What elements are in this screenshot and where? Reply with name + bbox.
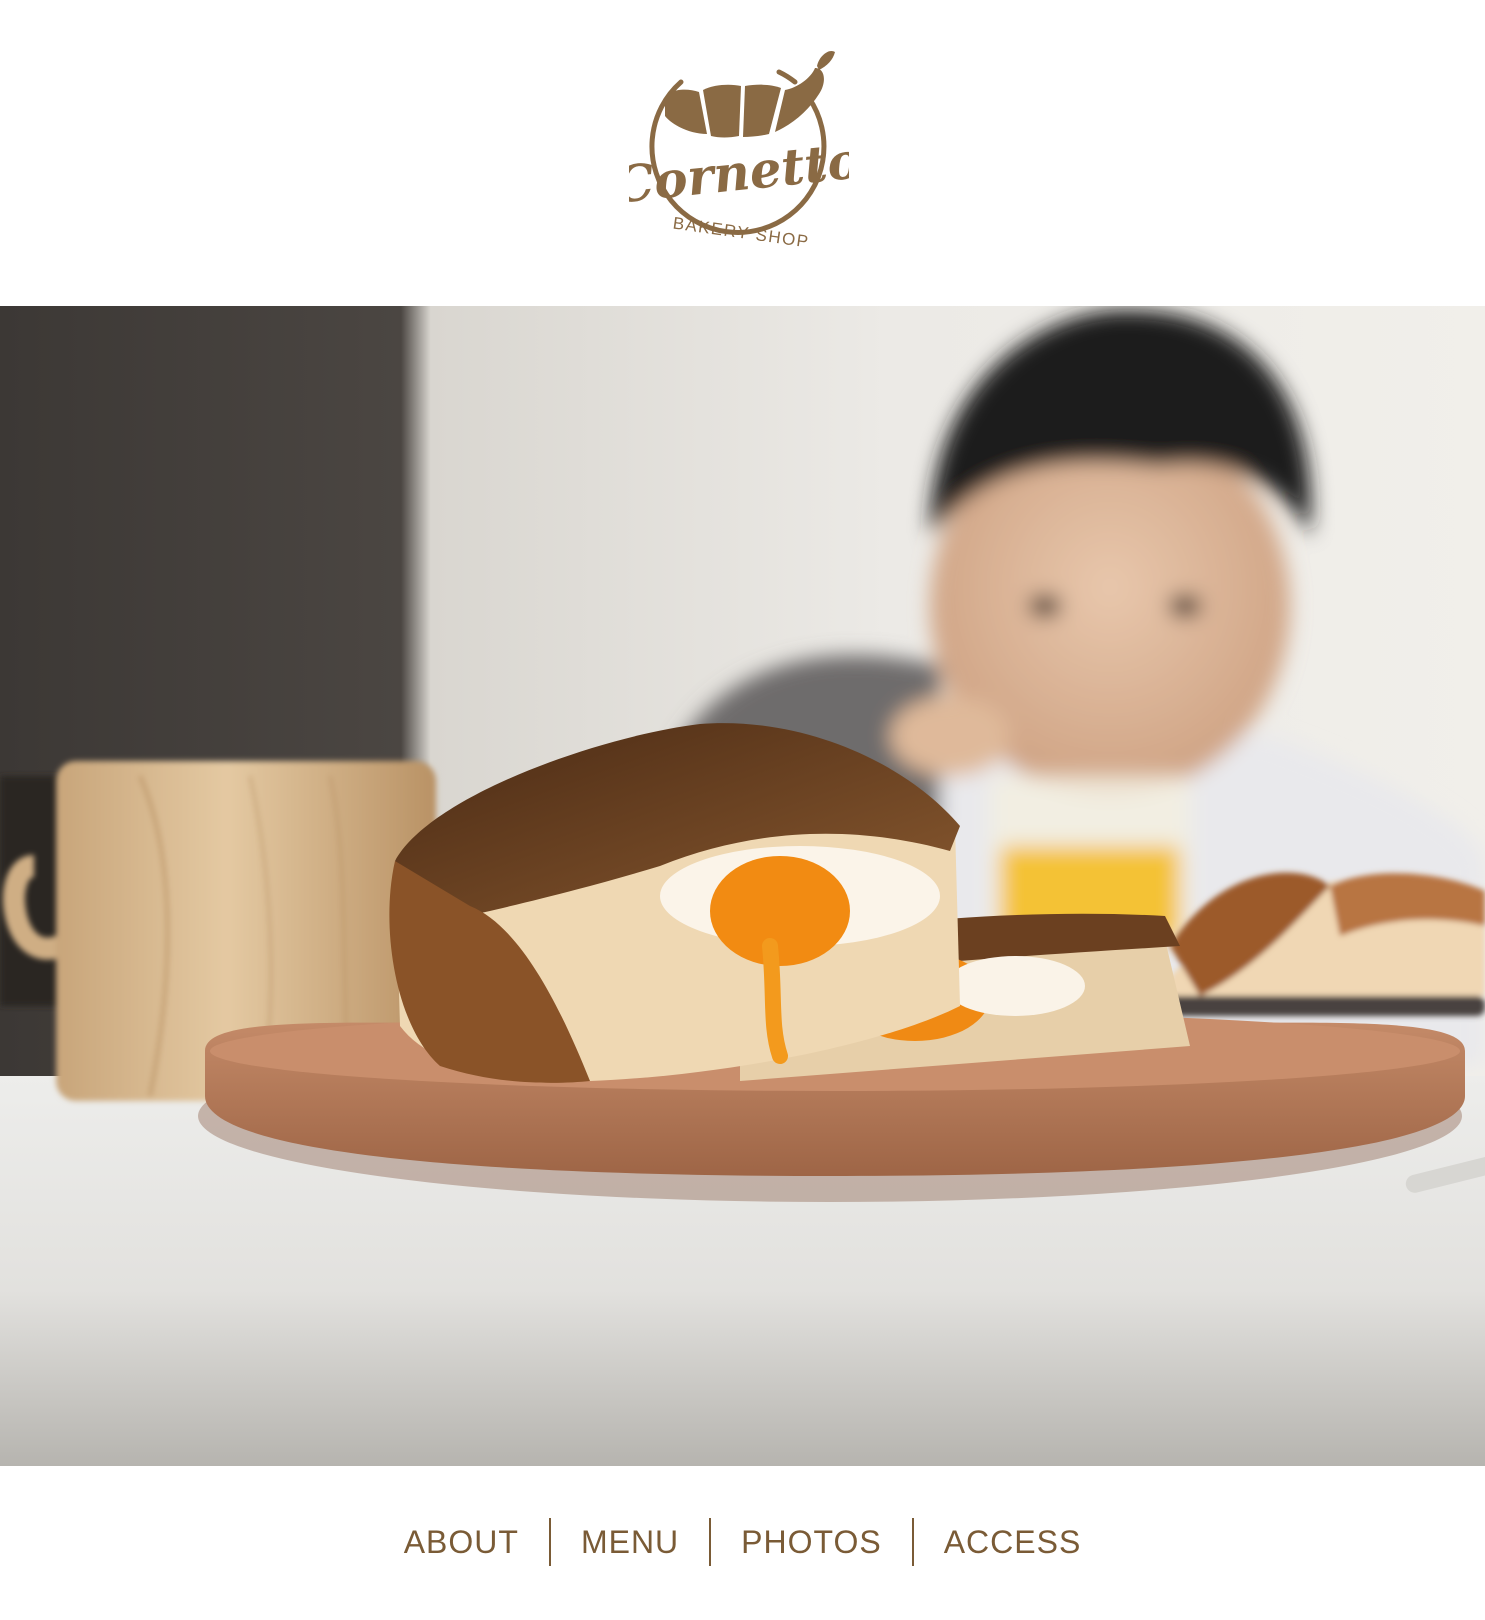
site-header: Cornetto Cornetto BAKERY SHOP: [0, 0, 1485, 306]
nav-item-menu: MENU: [548, 1518, 709, 1566]
main-navigation: ABOUT MENU PHOTOS ACCESS: [0, 1466, 1485, 1620]
hero-photo: [0, 306, 1485, 1466]
nav-item-photos: PHOTOS: [709, 1518, 912, 1566]
nav-link-access[interactable]: ACCESS: [944, 1518, 1082, 1566]
nav-item-about: ABOUT: [374, 1518, 549, 1566]
nav-item-access: ACCESS: [911, 1518, 1112, 1566]
nav-link-photos[interactable]: PHOTOS: [741, 1518, 882, 1566]
hero-image: [0, 306, 1485, 1466]
logo-wordmark: Cornetto: [629, 130, 849, 215]
logo-tagline: BAKERY SHOP: [672, 214, 811, 252]
croissant-icon: Cornetto BAKERY SHOP: [629, 50, 849, 252]
brand-logo[interactable]: Cornetto Cornetto BAKERY SHOP: [629, 38, 849, 258]
nav-list: ABOUT MENU PHOTOS ACCESS: [0, 1518, 1485, 1566]
nav-link-about[interactable]: ABOUT: [404, 1518, 519, 1566]
nav-link-menu[interactable]: MENU: [581, 1518, 679, 1566]
